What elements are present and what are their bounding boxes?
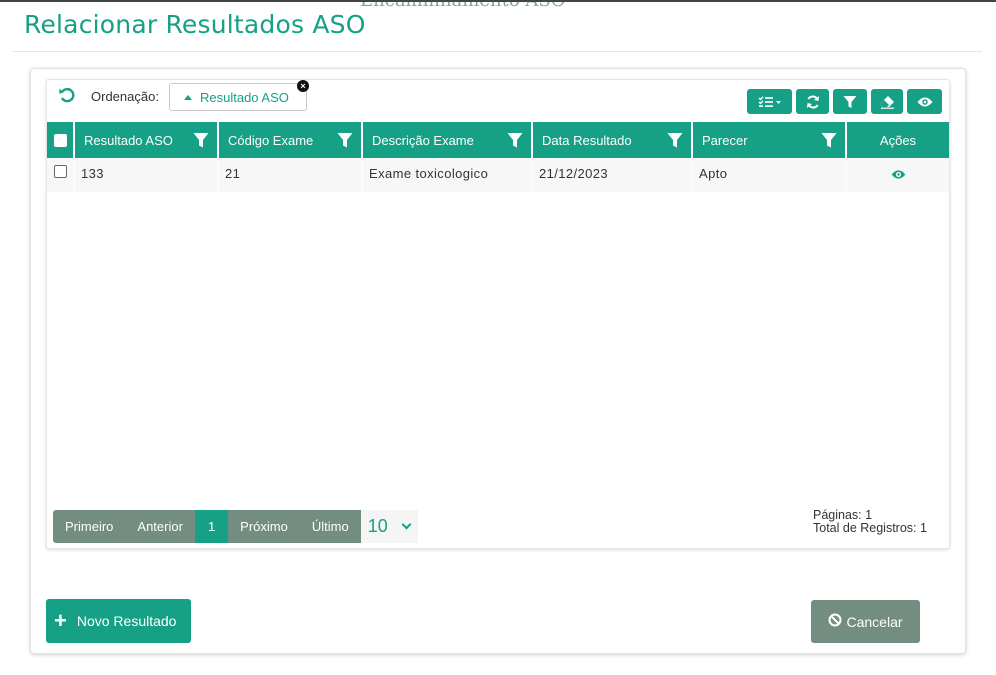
filter-button[interactable] [833,89,867,114]
column-header-acoes: Ações [847,122,949,158]
page-size-value: 10 [367,516,388,536]
column-filter-icon[interactable] [667,132,683,151]
cell-descricao-exame: Exame toxicologico [363,158,532,192]
column-filter-icon[interactable] [507,132,523,151]
column-header-label: Ações [879,132,917,148]
filter-icon [843,95,857,109]
column-header-resultado-aso[interactable]: Resultado ASO [75,122,219,158]
cancel-label: Cancelar [846,613,903,630]
column-header-label: Código Exame [228,132,314,148]
remove-sort-icon[interactable]: × [297,80,309,92]
eye-icon [917,96,933,108]
column-header-label: Parecer [702,132,748,148]
view-button[interactable] [907,89,942,114]
cancel-button[interactable]: Cancelar [811,600,920,643]
select-all-checkbox[interactable] [53,133,67,147]
refresh-button[interactable] [796,89,829,114]
title-divider [12,51,982,52]
row-select-cell [47,158,74,192]
ban-icon [828,613,842,630]
sort-chip[interactable]: Resultado ASO × [169,80,309,111]
column-filter-icon[interactable] [193,132,209,151]
chevron-down-icon [401,519,412,529]
select-all-header [47,122,75,158]
column-filter-icon[interactable] [821,132,837,151]
columns-menu-button[interactable] [747,89,792,114]
cell-data-resultado: 21/12/2023 [533,158,692,192]
background-page-text: Encaminhamento ASO [360,0,566,11]
columns-icon [758,95,782,108]
column-filter-icon[interactable] [337,132,353,151]
eraser-icon [879,95,895,109]
view-row-icon[interactable] [891,168,906,183]
row-checkbox[interactable] [54,165,67,178]
records-total: Total de Registros: 1 [813,521,927,535]
pagination-info: Páginas: 1 Total de Registros: 1 [813,509,927,535]
last-page-button[interactable]: Último [299,510,361,543]
modal-title: Relacionar Resultados ASO [24,10,366,39]
new-result-label: Novo Resultado [76,613,177,629]
cell-acoes [847,158,949,192]
pagination: Primeiro Anterior 1 Próximo Último 10 [53,510,418,543]
cell-resultado-aso: 133 [75,158,218,192]
column-header-descricao-exame[interactable]: Descrição Exame [363,122,533,158]
sort-ascending-icon [184,94,192,100]
column-header-label: Descrição Exame [372,132,474,148]
cell-codigo-exame: 21 [219,158,362,192]
page-size-select[interactable]: 10 [360,510,418,543]
refresh-icon [806,95,820,109]
reset-sort-icon[interactable] [58,86,76,104]
column-header-label: Resultado ASO [84,132,173,148]
column-header-label: Data Resultado [542,132,632,148]
new-result-button[interactable]: + Novo Resultado [46,599,191,643]
sort-label: Ordenação: [91,89,159,104]
column-header-codigo-exame[interactable]: Código Exame [219,122,363,158]
sort-chip-label: Resultado ASO [200,89,289,105]
clear-filters-button[interactable] [871,89,903,114]
previous-page-button[interactable]: Anterior [125,510,195,543]
first-page-button[interactable]: Primeiro [53,510,126,543]
next-page-button[interactable]: Próximo [228,510,300,543]
column-header-data-resultado[interactable]: Data Resultado [533,122,693,158]
plus-icon: + [54,608,67,633]
column-header-parecer[interactable]: Parecer [693,122,847,158]
cell-parecer: Apto [693,158,846,192]
current-page-button[interactable]: 1 [194,510,229,543]
